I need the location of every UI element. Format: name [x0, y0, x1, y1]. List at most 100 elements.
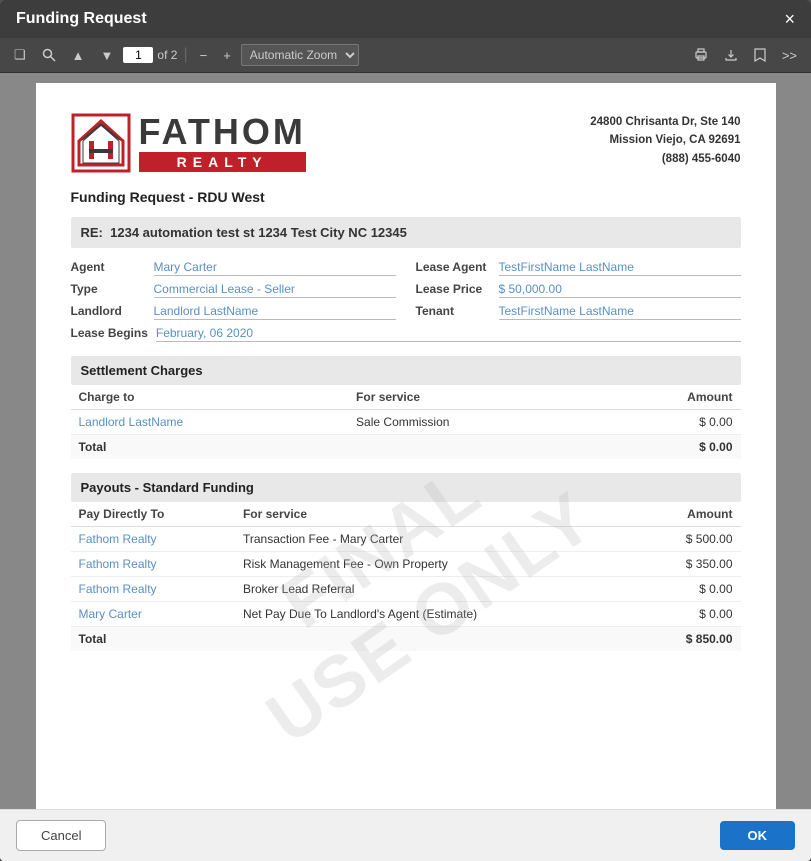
payout-amount-1: $ 350.00 [639, 552, 740, 577]
payout-row-3: Mary Carter Net Pay Due To Landlord's Ag… [71, 602, 741, 627]
zoom-in-button[interactable]: + [217, 45, 237, 66]
payout-amount-3: $ 0.00 [639, 602, 740, 627]
agent-value: Mary Carter [154, 260, 396, 276]
sep1: | [183, 46, 187, 64]
dialog-footer: Cancel OK [0, 809, 811, 861]
logo-fathom-text: FATHOM [139, 114, 306, 150]
info-agent-row: Agent Mary Carter [71, 260, 396, 276]
payouts-total-amount: $ 850.00 [639, 627, 740, 652]
page-number-input[interactable] [123, 47, 153, 63]
funding-request-dialog: Funding Request × ❏ ▲ ▼ of 2 | − + Autom… [0, 0, 811, 861]
logo-text: FATHOM REALTY [139, 114, 306, 172]
ok-button[interactable]: OK [720, 821, 796, 850]
tenant-label: Tenant [416, 304, 491, 318]
col-amount-1: Amount [599, 385, 740, 410]
payout-pay-to-1: Fathom Realty [71, 552, 235, 577]
agent-label: Agent [71, 260, 146, 274]
payout-service-2: Broker Lead Referral [235, 577, 639, 602]
prev-page-button[interactable]: ▲ [66, 45, 91, 66]
settlement-total-spacer [348, 435, 599, 460]
payouts-table: Pay Directly To For service Amount Fatho… [71, 502, 741, 651]
pdf-content-area[interactable]: FINALUSE ONLY [0, 73, 811, 809]
lease-begins-label: Lease Begins [71, 326, 148, 340]
tenant-value: TestFirstName LastName [499, 304, 741, 320]
payout-pay-to-2: Fathom Realty [71, 577, 235, 602]
info-lease-price-row: Lease Price $ 50,000.00 [416, 282, 741, 298]
zoom-out-button[interactable]: − [194, 45, 214, 66]
settlement-amount-0: $ 0.00 [599, 410, 740, 435]
col-service-2: For service [235, 502, 639, 527]
info-lease-agent-row: Lease Agent TestFirstName LastName [416, 260, 741, 276]
payout-row-0: Fathom Realty Transaction Fee - Mary Car… [71, 527, 741, 552]
close-button[interactable]: × [784, 10, 795, 28]
info-tenant-row: Tenant TestFirstName LastName [416, 304, 741, 320]
payouts-section: Payouts - Standard Funding Pay Directly … [71, 473, 741, 651]
address-line2: Mission Viejo, CA 92691 [590, 131, 740, 149]
payout-pay-to-0: Fathom Realty [71, 527, 235, 552]
payouts-header: Payouts - Standard Funding [71, 473, 741, 502]
payouts-total-label: Total [71, 627, 235, 652]
payout-service-0: Transaction Fee - Mary Carter [235, 527, 639, 552]
info-grid: Agent Mary Carter Lease Agent TestFirstN… [71, 260, 741, 320]
re-address: 1234 automation test st 1234 Test City N… [110, 225, 407, 240]
type-label: Type [71, 282, 146, 296]
address-line3: (888) 455-6040 [590, 150, 740, 168]
re-label: RE: [81, 225, 103, 240]
dialog-title: Funding Request [16, 10, 147, 28]
more-tools-button[interactable]: >> [776, 45, 803, 66]
payouts-total-row: Total $ 850.00 [71, 627, 741, 652]
settlement-total-amount: $ 0.00 [599, 435, 740, 460]
info-landlord-row: Landlord Landlord LastName [71, 304, 396, 320]
payout-service-3: Net Pay Due To Landlord's Agent (Estimat… [235, 602, 639, 627]
col-amount-2: Amount [639, 502, 740, 527]
dialog-header: Funding Request × [0, 0, 811, 38]
payout-row-2: Fathom Realty Broker Lead Referral $ 0.0… [71, 577, 741, 602]
lease-price-value: $ 50,000.00 [499, 282, 741, 298]
next-page-button[interactable]: ▼ [95, 45, 120, 66]
lease-agent-value: TestFirstName LastName [499, 260, 741, 276]
company-address: 24800 Chrisanta Dr, Ste 140 Mission Viej… [590, 113, 740, 168]
page-total: of 2 [157, 48, 177, 62]
payout-amount-0: $ 500.00 [639, 527, 740, 552]
logo-realty-bar: REALTY [139, 152, 306, 172]
search-button[interactable] [36, 45, 62, 65]
sidebar-toggle-button[interactable]: ❏ [8, 44, 32, 66]
download-button[interactable] [718, 45, 744, 65]
lease-begins-row: Lease Begins February, 06 2020 [71, 326, 741, 342]
bookmark-button[interactable] [748, 45, 772, 65]
settlement-row-0: Landlord LastName Sale Commission $ 0.00 [71, 410, 741, 435]
col-charge-to: Charge to [71, 385, 349, 410]
cancel-button[interactable]: Cancel [16, 820, 106, 851]
payout-amount-2: $ 0.00 [639, 577, 740, 602]
lease-begins-value: February, 06 2020 [156, 326, 741, 342]
payouts-total-spacer [235, 627, 639, 652]
settlement-total-row: Total $ 0.00 [71, 435, 741, 460]
payout-row-1: Fathom Realty Risk Management Fee - Own … [71, 552, 741, 577]
col-service-1: For service [348, 385, 599, 410]
settlement-table: Charge to For service Amount Landlord La… [71, 385, 741, 459]
info-type-row: Type Commercial Lease - Seller [71, 282, 396, 298]
landlord-value: Landlord LastName [154, 304, 396, 320]
landlord-label: Landlord [71, 304, 146, 318]
col-pay-to: Pay Directly To [71, 502, 235, 527]
payout-service-1: Risk Management Fee - Own Property [235, 552, 639, 577]
document-title: Funding Request - RDU West [71, 189, 741, 205]
settlement-section: Settlement Charges Charge to For service… [71, 356, 741, 459]
logo: FATHOM REALTY [71, 113, 306, 173]
address-line1: 24800 Chrisanta Dr, Ste 140 [590, 113, 740, 131]
pdf-toolbar: ❏ ▲ ▼ of 2 | − + Automatic Zoom >> [0, 38, 811, 73]
type-value: Commercial Lease - Seller [154, 282, 396, 298]
print-button[interactable] [688, 45, 714, 65]
lease-agent-label: Lease Agent [416, 260, 491, 274]
fathom-logo-icon [71, 113, 131, 173]
settlement-service-0: Sale Commission [348, 410, 599, 435]
pdf-page: FINALUSE ONLY [36, 83, 776, 809]
lease-price-label: Lease Price [416, 282, 491, 296]
zoom-select[interactable]: Automatic Zoom [241, 44, 359, 66]
settlement-charge-0: Landlord LastName [71, 410, 349, 435]
payout-pay-to-3: Mary Carter [71, 602, 235, 627]
re-banner: RE: 1234 automation test st 1234 Test Ci… [71, 217, 741, 248]
document-header: FATHOM REALTY 24800 Chrisanta Dr, Ste 14… [71, 113, 741, 173]
settlement-total-label: Total [71, 435, 349, 460]
settlement-header: Settlement Charges [71, 356, 741, 385]
